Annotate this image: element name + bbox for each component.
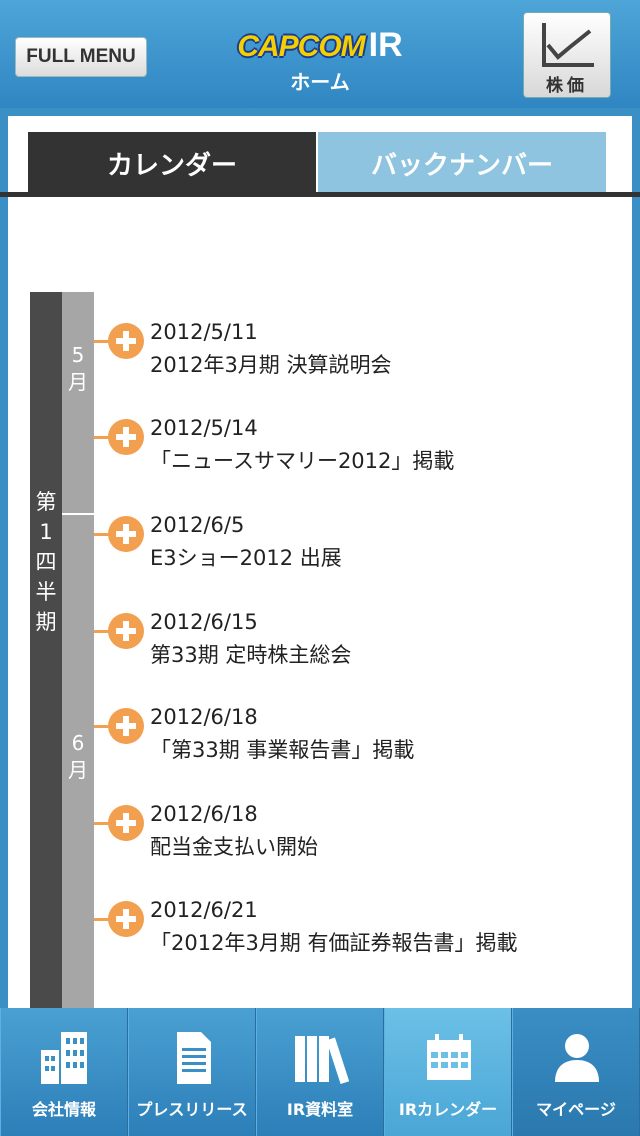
event-title: E3ショー2012 出展 bbox=[150, 546, 342, 570]
nav-company-info[interactable]: 会社情報 bbox=[0, 1008, 128, 1136]
tab-underline bbox=[0, 192, 640, 197]
event-date: 2012/6/21 bbox=[150, 898, 258, 922]
event-date: 2012/6/18 bbox=[150, 802, 258, 826]
month-label-june: 6月 bbox=[68, 731, 88, 782]
stock-price-label: 株価 bbox=[546, 76, 588, 96]
plus-icon[interactable] bbox=[108, 805, 144, 841]
event-title: 第33期 定時株主総会 bbox=[150, 643, 352, 667]
nav-label: マイページ bbox=[536, 1100, 616, 1119]
plus-icon[interactable] bbox=[108, 613, 144, 649]
nav-ir-calendar[interactable]: IRカレンダー bbox=[384, 1008, 512, 1136]
nav-label: 会社情報 bbox=[31, 1100, 96, 1119]
nav-ir-library[interactable]: IR資料室 bbox=[256, 1008, 384, 1136]
building-icon bbox=[41, 1032, 87, 1084]
nav-label: IR資料室 bbox=[286, 1100, 354, 1119]
tab-bar: カレンダー バックナンバー bbox=[28, 132, 606, 194]
event-date: 2012/6/18 bbox=[150, 705, 258, 729]
document-icon bbox=[177, 1032, 211, 1084]
main-content: カレンダー バックナンバー 第1四半期 5月 6月 2012/5/11 2012… bbox=[0, 116, 640, 1022]
plus-icon[interactable] bbox=[108, 419, 144, 455]
event-date: 2012/6/5 bbox=[150, 513, 245, 537]
books-icon bbox=[295, 1036, 350, 1085]
plus-icon[interactable] bbox=[108, 516, 144, 552]
quarter-bar: 第1四半期 bbox=[30, 292, 62, 1022]
month-divider bbox=[62, 513, 94, 515]
event-date: 2012/6/15 bbox=[150, 610, 258, 634]
plus-icon[interactable] bbox=[108, 901, 144, 937]
calendar-icon bbox=[427, 1034, 471, 1080]
stock-price-button[interactable]: 株価 bbox=[523, 12, 611, 98]
event-title: 「第33期 事業報告書」掲載 bbox=[150, 738, 415, 762]
person-icon bbox=[555, 1034, 599, 1082]
full-menu-button[interactable]: FULL MENU bbox=[15, 37, 147, 77]
nav-label: プレスリリース bbox=[136, 1100, 248, 1119]
event-title: 「2012年3月期 有価証券報告書」掲載 bbox=[150, 931, 518, 955]
logo-suffix: IR bbox=[368, 26, 403, 64]
event-title: 配当金支払い開始 bbox=[150, 835, 318, 859]
nav-my-page[interactable]: マイページ bbox=[512, 1008, 640, 1136]
month-bar: 5月 6月 bbox=[62, 292, 94, 1022]
bottom-nav: 会社情報 プレスリリース IR資料室 IRカレンダー マイページ bbox=[0, 1008, 640, 1136]
quarter-label: 第1四半期 bbox=[35, 490, 57, 634]
capcom-ir-logo[interactable]: CAPCOM IR bbox=[230, 26, 410, 65]
event-title: 2012年3月期 決算説明会 bbox=[150, 353, 392, 377]
plus-icon[interactable] bbox=[108, 323, 144, 359]
event-date: 2012/5/11 bbox=[150, 320, 258, 344]
tab-calendar[interactable]: カレンダー bbox=[28, 132, 316, 194]
month-label-may: 5月 bbox=[68, 343, 88, 394]
event-title: 「ニュースサマリー2012」掲載 bbox=[150, 449, 455, 473]
event-date: 2012/5/14 bbox=[150, 416, 258, 440]
tab-back-number[interactable]: バックナンバー bbox=[318, 132, 606, 194]
nav-press-release[interactable]: プレスリリース bbox=[128, 1008, 256, 1136]
app-header: FULL MENU CAPCOM IR ホーム 株価 bbox=[0, 0, 640, 108]
logo-brand: CAPCOM bbox=[237, 30, 365, 63]
plus-icon[interactable] bbox=[108, 708, 144, 744]
page-title: ホーム bbox=[290, 70, 350, 94]
stock-chart-icon bbox=[542, 23, 594, 67]
nav-label: IRカレンダー bbox=[398, 1100, 498, 1119]
